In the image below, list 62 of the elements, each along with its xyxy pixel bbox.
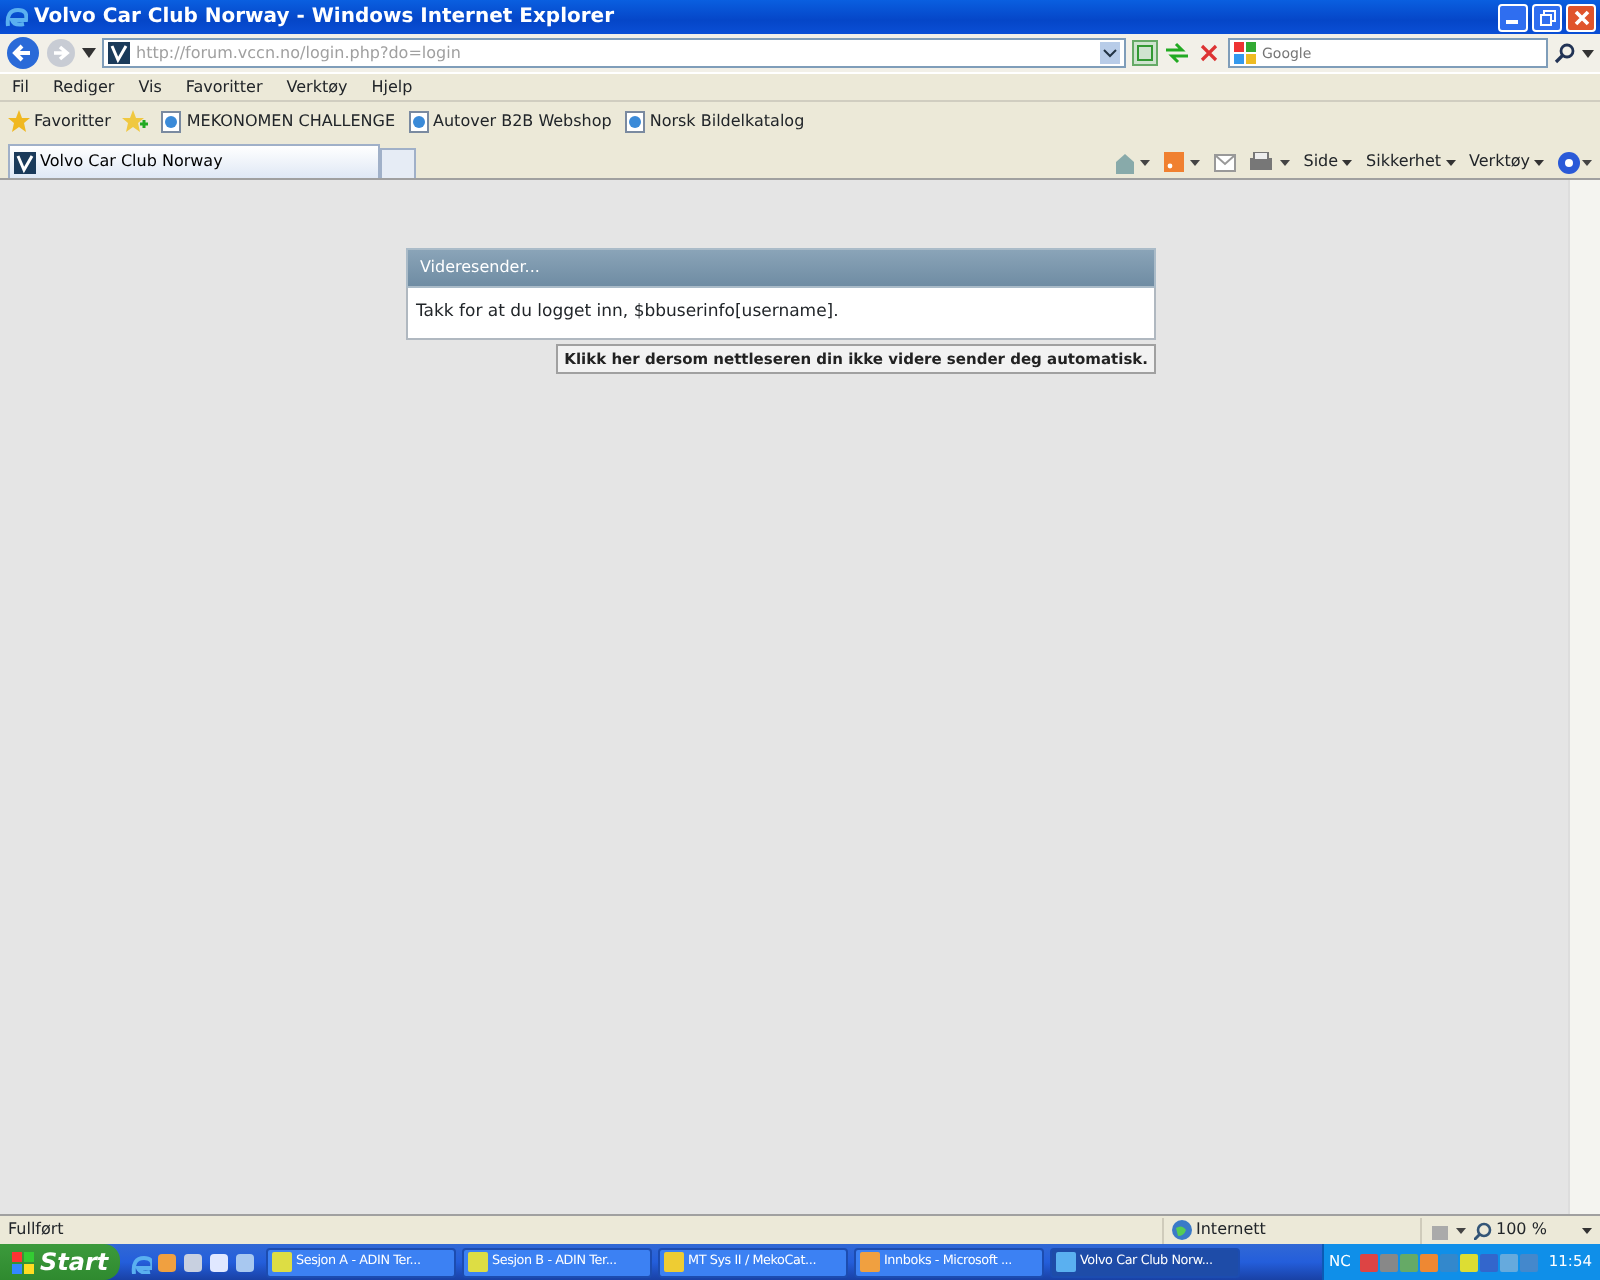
compatibility-icon[interactable] <box>1132 40 1158 66</box>
favorites-button[interactable]: Favoritter <box>8 109 111 133</box>
browser-icon <box>4 4 28 30</box>
add-favorite-icon[interactable] <box>122 110 149 132</box>
caret-icon <box>1534 159 1544 165</box>
dialog-message: Takk for at du logget inn, $bbuserinfo[username]. <box>416 302 839 322</box>
toolbar-menu[interactable]: Verktøy <box>1469 150 1544 174</box>
scrollbar[interactable] <box>1568 180 1600 1214</box>
restore-icon <box>1539 9 1555 25</box>
caret-icon[interactable] <box>1582 1227 1592 1233</box>
dropdown-icon[interactable] <box>82 48 96 58</box>
dropdown-icon[interactable] <box>1582 49 1594 57</box>
close-button[interactable] <box>1566 3 1596 31</box>
dropdown-icon[interactable] <box>1100 42 1120 64</box>
feed-icon[interactable] <box>1163 151 1200 173</box>
menu-item[interactable]: Fil <box>12 75 29 99</box>
site-icon <box>108 42 130 64</box>
page-icon <box>160 109 183 133</box>
favorite-link[interactable]: MEKONOMEN CHALLENGE <box>160 109 396 133</box>
zoom-icon <box>1474 1221 1492 1239</box>
favorite-link[interactable]: Norsk Bildelkatalog <box>623 109 805 133</box>
caret-icon <box>1445 159 1456 165</box>
browser-icon[interactable] <box>130 1251 152 1273</box>
caret-icon <box>1342 159 1353 165</box>
favorite-link[interactable]: Autover B2B Webshop <box>407 109 612 133</box>
app-icon <box>664 1252 684 1272</box>
zoom-button[interactable]: 100 % <box>1474 1218 1574 1242</box>
app-icon <box>468 1252 488 1272</box>
security-zone: Internett <box>1172 1218 1412 1242</box>
restore-button[interactable] <box>1532 3 1562 31</box>
menu-item[interactable]: Vis <box>138 75 162 99</box>
app-icon <box>1056 1252 1076 1272</box>
status-text: Fullført <box>8 1218 66 1242</box>
help-icon[interactable] <box>1558 151 1592 173</box>
menu-item[interactable]: Hjelp <box>371 75 413 99</box>
page-icon <box>623 109 646 133</box>
browser-tab[interactable]: Volvo Car Club Norway <box>8 144 380 178</box>
start-button[interactable]: Start <box>0 1244 120 1280</box>
globe-icon <box>1172 1220 1192 1240</box>
back-button[interactable] <box>6 36 40 70</box>
toolbar-menu[interactable]: Side <box>1303 150 1353 174</box>
toolbar-menu[interactable]: Sikkerhet <box>1366 150 1456 174</box>
menu-item[interactable]: Favoritter <box>185 75 263 99</box>
site-icon <box>14 151 36 173</box>
page-icon <box>407 109 430 133</box>
menu-item[interactable]: Verktøy <box>286 75 348 99</box>
search-engine-icon <box>1234 42 1256 64</box>
app-icon <box>272 1252 292 1272</box>
star-icon <box>8 110 30 132</box>
home-icon[interactable] <box>1113 151 1150 173</box>
search-icon[interactable] <box>1554 42 1576 64</box>
stop-icon[interactable] <box>1196 40 1222 66</box>
print-icon[interactable] <box>1249 151 1290 173</box>
address-text: http://forum.vccn.no/login.php?do=login <box>136 41 463 65</box>
minimize-button[interactable] <box>1498 3 1528 31</box>
refresh-icon[interactable] <box>1164 40 1190 66</box>
menu-item[interactable]: Rediger <box>52 75 115 99</box>
windows-logo-icon <box>12 1251 34 1273</box>
app-icon <box>860 1252 880 1272</box>
window-title: Volvo Car Club Norway - Windows Internet Explorer <box>34 4 615 32</box>
close-icon <box>1573 9 1589 25</box>
dialog-title: Videresender... <box>406 248 1156 288</box>
